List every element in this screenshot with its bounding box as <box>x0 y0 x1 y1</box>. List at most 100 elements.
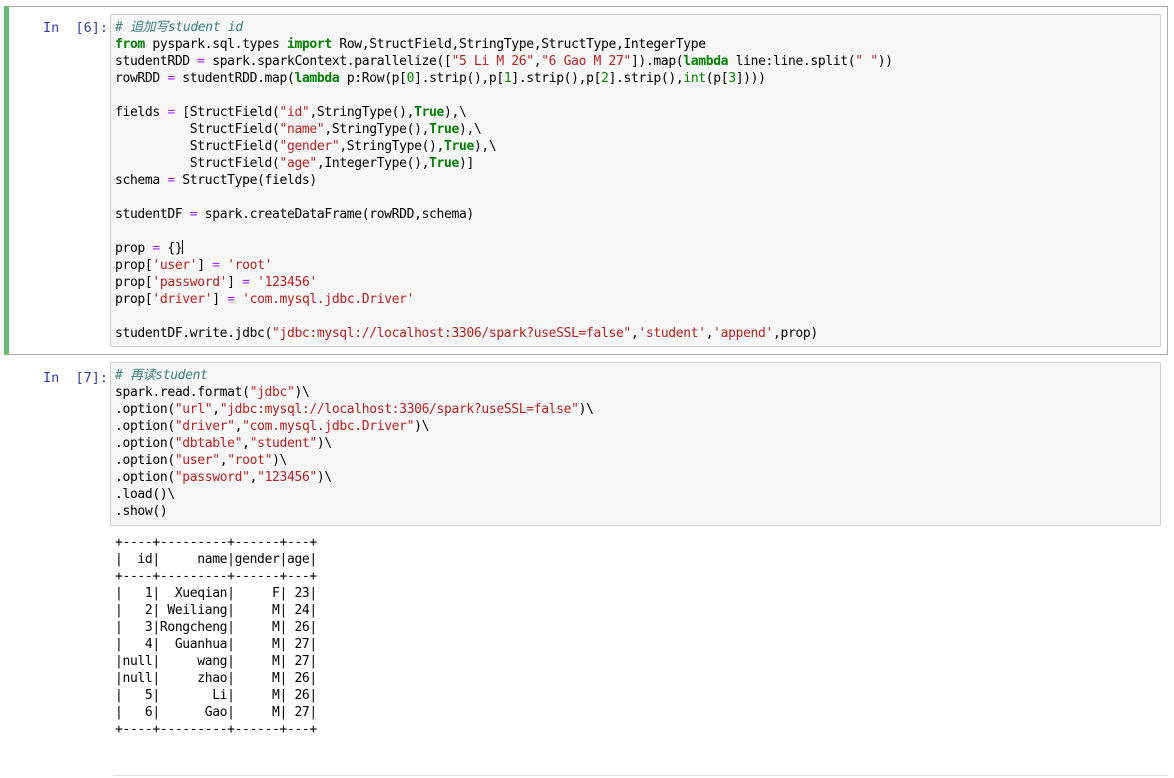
code-token: Row,StructField,StringType,StructType,In… <box>331 37 706 52</box>
code-token: = <box>242 275 250 290</box>
code-token: StructField( <box>115 122 280 137</box>
code-token: {} <box>159 241 183 256</box>
cell-7-input-area[interactable]: # 再读student spark.read.format("jdbc")\ .op… <box>110 362 1161 526</box>
code-token: prop <box>115 241 153 256</box>
code-line: # 追加写student id <box>115 19 893 36</box>
code-token: from <box>115 37 145 52</box>
cell-6-code[interactable]: # 追加写student id from pyspark.sql.types im… <box>115 19 893 342</box>
code-token: .option( <box>115 419 175 434</box>
code-token: = <box>212 258 220 273</box>
code-token: ] <box>227 275 243 290</box>
cell-7-code[interactable]: # 再读student spark.read.format("jdbc")\ .op… <box>115 367 594 520</box>
output-line: | 6| Gao| M| 27| <box>115 705 317 720</box>
code-token: ]))) <box>735 71 766 86</box>
code-token: True <box>429 122 459 137</box>
code-line: from pyspark.sql.types import Row,Struct… <box>115 36 893 53</box>
code-token: p:Row(p[ <box>339 71 407 86</box>
code-token: "url" <box>174 402 213 417</box>
code-token: pyspark.sql.types <box>144 37 287 52</box>
code-line: prop['password'] = '123456' <box>115 274 893 291</box>
output-line: |null| wang| M| 27| <box>115 654 317 669</box>
code-token: 'root' <box>227 258 273 273</box>
code-line: prop['user'] = 'root' <box>115 257 893 274</box>
code-token: )\ <box>316 470 332 485</box>
code-line: .option("user","root")\ <box>115 452 594 469</box>
code-token: schema <box>115 173 168 188</box>
code-token: studentRDD <box>115 54 198 69</box>
code-token: # 再读student <box>115 368 208 383</box>
code-token: "dbtable" <box>174 436 243 451</box>
code-token: "password" <box>174 470 250 485</box>
code-token: '123456' <box>257 275 317 290</box>
code-token: ,StringType(), <box>309 105 415 120</box>
code-token: )\ <box>578 402 594 417</box>
code-token: )\ <box>414 419 430 434</box>
code-token: .option( <box>115 436 175 451</box>
code-token: rowRDD <box>115 71 168 86</box>
output-line: | 5| Li| M| 26| <box>115 688 317 703</box>
code-token: [StructField( <box>174 105 280 120</box>
text-cursor <box>182 240 184 254</box>
code-token: 'student' <box>638 326 706 341</box>
code-token: line:line.split( <box>728 54 856 69</box>
code-token: 'password' <box>152 275 228 290</box>
code-token: lambda <box>683 54 729 69</box>
code-line: .option("url","jdbc:mysql://localhost:33… <box>115 401 594 418</box>
code-token: "user" <box>174 453 220 468</box>
code-token: 'driver' <box>152 292 213 307</box>
code-token: 0 <box>406 71 415 86</box>
code-token: ,StringType(), <box>339 139 445 154</box>
code-token: ),\ <box>444 105 467 120</box>
code-token: studentRDD.map( <box>174 71 295 86</box>
code-line: spark.read.format("jdbc")\ <box>115 384 594 401</box>
code-token: ,StringType(), <box>324 122 430 137</box>
output-line: +----+---------+------+---+ <box>115 722 317 737</box>
code-token: "age" <box>279 156 318 171</box>
code-token: )\ <box>294 385 310 400</box>
code-token: spark.sparkContext.parallelize([ <box>204 54 452 69</box>
code-token: ,prop) <box>773 326 818 341</box>
cell-7-prompt: In [7]: <box>42 370 108 386</box>
code-line: prop['driver'] = 'com.mysql.jdbc.Driver' <box>115 291 893 308</box>
code-line: .option("driver","com.mysql.jdbc.Driver"… <box>115 418 594 435</box>
code-line: .show() <box>115 503 594 520</box>
cell-6-input-area[interactable]: # 追加写student id from pyspark.sql.types im… <box>110 14 1161 347</box>
output-line: | 2| Weiliang| M| 24| <box>115 603 317 618</box>
code-token: " " <box>855 54 878 69</box>
code-token: 'user' <box>152 258 198 273</box>
code-token: spark.createDataFrame(rowRDD,schema) <box>197 207 475 222</box>
code-token: , <box>242 436 250 451</box>
code-token: ].strip(),p[ <box>511 71 602 86</box>
code-line: fields = [StructField("id",StringType(),… <box>115 104 893 121</box>
code-token: "123456" <box>257 470 317 485</box>
output-line: |null| zhao| M| 26| <box>115 671 317 686</box>
code-token: ].strip(), <box>608 71 684 86</box>
output-line: +----+---------+------+---+ <box>115 569 317 584</box>
cell-7-output-table: +----+---------+------+---+ | id| name|ge… <box>115 534 317 738</box>
code-line: schema = StructType(fields) <box>115 172 893 189</box>
code-token: "com.mysql.jdbc.Driver" <box>242 419 415 434</box>
code-token: prop[ <box>115 275 153 290</box>
code-token: spark.read.format( <box>115 385 250 400</box>
code-token: .show() <box>115 504 168 519</box>
code-token: prop[ <box>115 258 153 273</box>
code-token: True <box>414 105 445 120</box>
code-token: = <box>227 292 235 307</box>
code-token: .option( <box>115 402 175 417</box>
output-line: | id| name|gender|age| <box>115 552 317 567</box>
code-token: .option( <box>115 453 175 468</box>
output-line: | 3|Rongcheng| M| 26| <box>115 620 317 635</box>
code-token: "student" <box>249 436 318 451</box>
code-token: StructType(fields) <box>174 173 317 188</box>
code-line: .load()\ <box>115 486 594 503</box>
code-token: )) <box>877 54 893 69</box>
code-token: )] <box>458 156 474 171</box>
code-token: )\ <box>316 436 332 451</box>
code-line: .option("password","123456")\ <box>115 469 594 486</box>
code-token: lambda <box>294 71 340 86</box>
code-token: # 追加写student id <box>115 20 243 35</box>
